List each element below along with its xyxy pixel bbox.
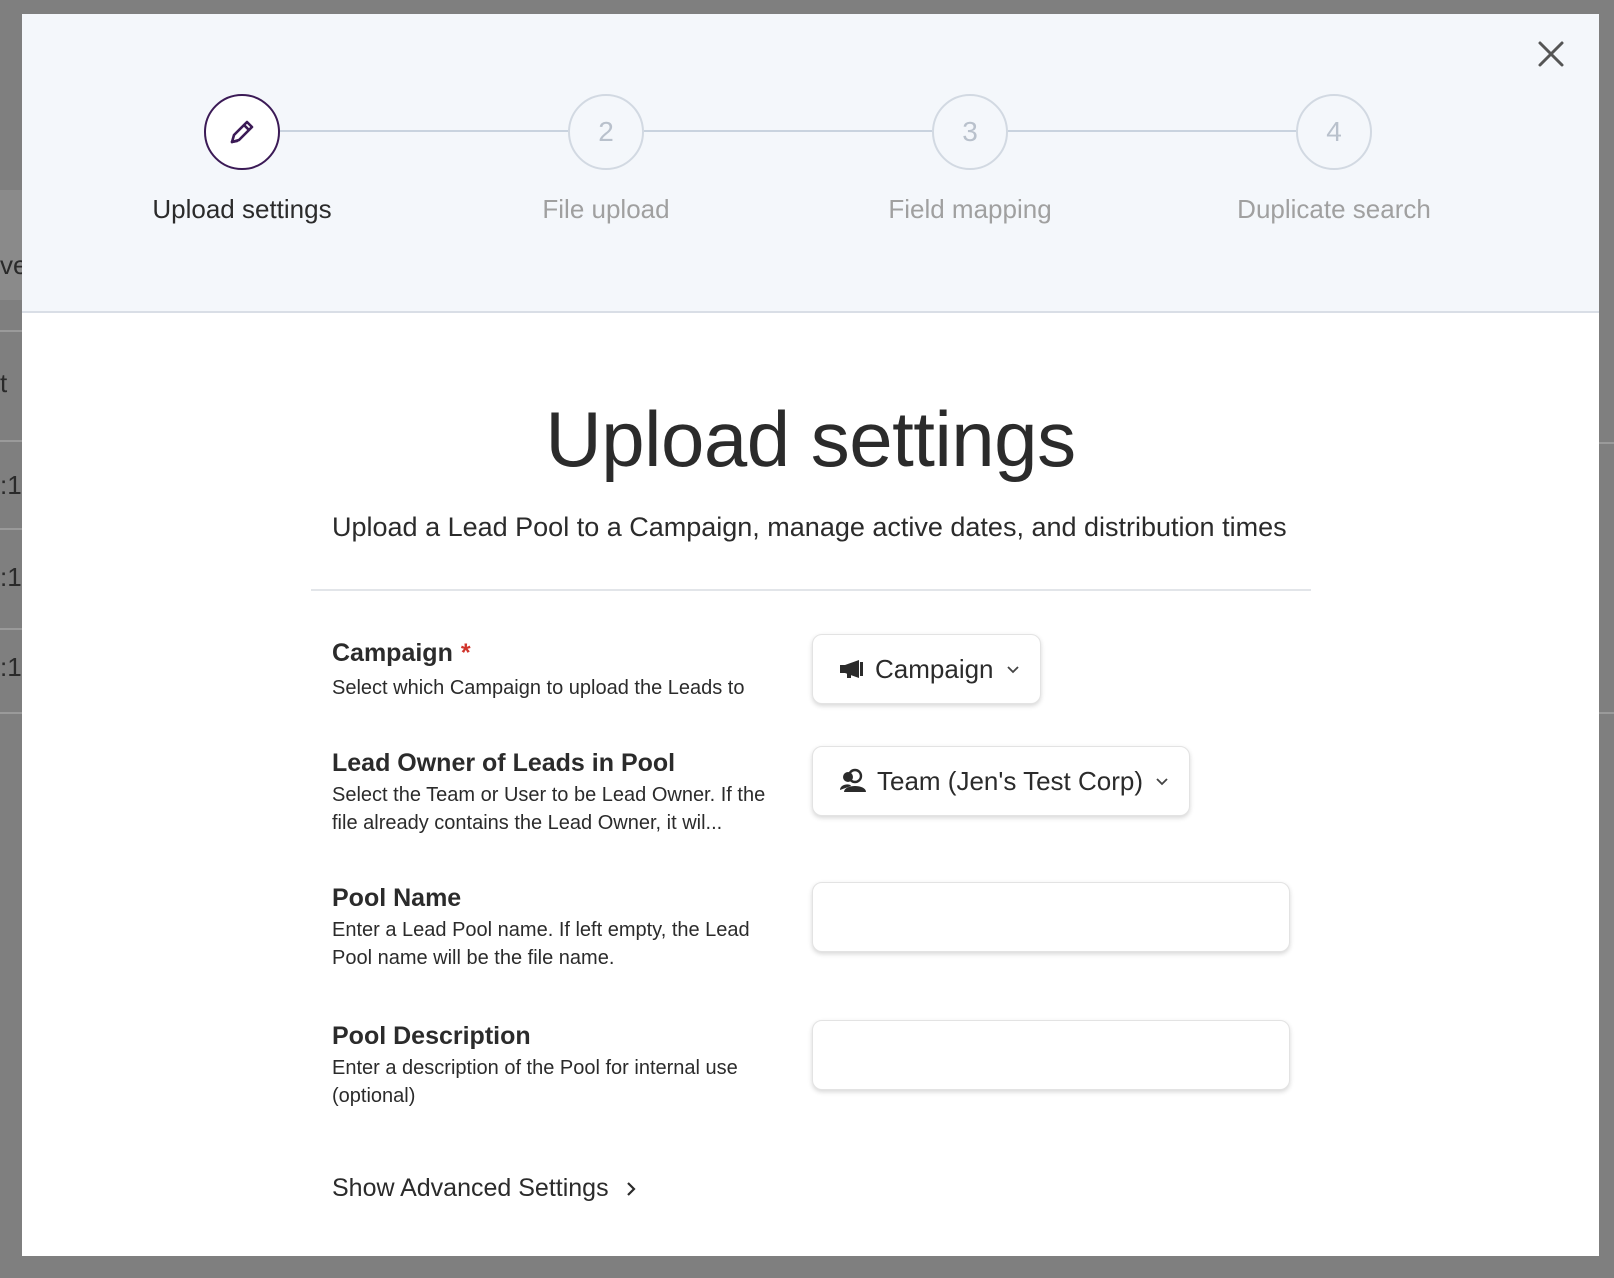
- chevron-down-icon: [1006, 664, 1020, 674]
- chevron-right-icon: [625, 1180, 637, 1198]
- lead-owner-dropdown-value: Team (Jen's Test Corp): [877, 765, 1144, 796]
- page-title: Upload settings: [545, 395, 1076, 483]
- pencil-icon: [230, 120, 254, 144]
- background-divider: [0, 330, 22, 332]
- close-button[interactable]: [1531, 34, 1571, 74]
- background-divider: [0, 440, 22, 442]
- background-divider: [1598, 712, 1614, 714]
- step-field-mapping[interactable]: 3 Field mapping: [840, 94, 1100, 225]
- page-subtitle: Upload a Lead Pool to a Campaign, manage…: [332, 512, 1287, 542]
- megaphone-icon: [839, 659, 865, 679]
- step-upload-settings[interactable]: Upload settings: [112, 94, 372, 225]
- pool-name-label: Pool Name: [332, 884, 462, 912]
- campaign-description: Select which Campaign to upload the Lead…: [332, 677, 745, 699]
- pool-name-input[interactable]: [812, 882, 1290, 952]
- lead-owner-description: Select the Team or User to be Lead Owner…: [332, 784, 766, 834]
- show-advanced-settings-link[interactable]: Show Advanced Settings: [332, 1174, 637, 1203]
- background-fragment-text: ve: [0, 250, 22, 280]
- background-fragment-text: t: [0, 368, 8, 398]
- lead-owner-dropdown[interactable]: Team (Jen's Test Corp): [812, 746, 1191, 816]
- step-duplicate-search[interactable]: 4 Duplicate search: [1204, 94, 1464, 225]
- background-fragment-text: :10: [0, 470, 22, 500]
- team-icon: [839, 768, 867, 794]
- step-label: File upload: [542, 194, 670, 224]
- section-divider: [311, 589, 1311, 591]
- pool-description-description: Enter a description of the Pool for inte…: [332, 1057, 738, 1107]
- required-marker: *: [460, 639, 471, 667]
- step-file-upload[interactable]: 2 File upload: [476, 94, 736, 225]
- campaign-dropdown[interactable]: Campaign: [812, 634, 1041, 704]
- step-indicator: 4: [1296, 94, 1372, 170]
- campaign-dropdown-value: Campaign: [875, 653, 994, 684]
- step-indicator: [204, 94, 280, 170]
- background-divider: [0, 528, 22, 530]
- step-indicator: 3: [932, 94, 1008, 170]
- wizard-stepper: Upload settings 2 File upload 3 Field ma…: [22, 14, 1599, 313]
- pool-description-input[interactable]: [812, 1020, 1290, 1090]
- step-indicator: 2: [568, 94, 644, 170]
- background-fragment-text: :10: [0, 652, 22, 682]
- advanced-settings-label: Show Advanced Settings: [332, 1174, 609, 1202]
- campaign-label: Campaign *: [332, 639, 471, 668]
- step-label: Duplicate search: [1237, 194, 1431, 224]
- background-divider: [0, 628, 22, 630]
- background-divider: [0, 712, 22, 714]
- close-icon: [1538, 41, 1564, 67]
- lead-owner-label: Lead Owner of Leads in Pool: [332, 749, 676, 777]
- pool-description-label: Pool Description: [332, 1022, 531, 1050]
- step-label: Field mapping: [888, 194, 1052, 224]
- campaign-label-text: Campaign: [332, 639, 453, 667]
- pool-name-description: Enter a Lead Pool name. If left empty, t…: [332, 919, 750, 969]
- step-label: Upload settings: [152, 194, 332, 224]
- background-divider: [1598, 442, 1614, 444]
- background-page-strip: [0, 190, 22, 300]
- chevron-down-icon: [1155, 776, 1169, 786]
- upload-wizard-modal: Upload settings 2 File upload 3 Field ma…: [22, 14, 1599, 1256]
- background-fragment-text: :10: [0, 562, 22, 592]
